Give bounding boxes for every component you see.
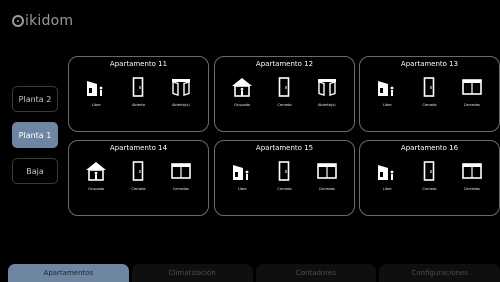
door-icon [279, 161, 290, 181]
door-icon [133, 77, 144, 97]
status-label: Abierta(s) [317, 103, 336, 107]
person-leaving-house-icon [233, 165, 249, 180]
status-label: Libre [382, 187, 392, 191]
tab-configuraciones[interactable]: Configuraciones [379, 264, 500, 282]
apartment-card-14[interactable]: Apartamento 14 Ocupado Cerrada Cerradas [68, 140, 209, 216]
door-icon [279, 77, 290, 97]
status-label: Cerradas [463, 187, 480, 191]
floor-button-baja[interactable]: Baja [12, 158, 58, 184]
bottom-tab-bar: Apartamentos Climatización Contadores Co… [8, 264, 500, 282]
status-label: Ocupado [234, 103, 251, 107]
status-label: Libre [91, 103, 101, 107]
tab-apartamentos[interactable]: Apartamentos [8, 264, 129, 282]
door-icon [424, 77, 435, 97]
door-icon [424, 161, 435, 181]
status-label: Cerrada [422, 187, 437, 191]
floor-button-planta-1[interactable]: Planta 1 [12, 122, 58, 148]
tab-contadores[interactable]: Contadores [255, 264, 377, 282]
logo-mark-icon [12, 15, 24, 27]
open-window-icon [317, 79, 336, 96]
status-label: Cerrada [422, 103, 437, 107]
brand-name: ikidom [25, 13, 74, 29]
open-window-icon [171, 79, 190, 96]
apartment-title: Apartamento 15 [250, 144, 319, 152]
person-leaving-house-icon [87, 81, 103, 96]
window-closed-icon [462, 79, 482, 95]
status-label: Cerrada [277, 103, 292, 107]
apartment-card-11[interactable]: Apartamento 11 Libre Abierta Abierta(s) [68, 56, 209, 132]
status-label: Ocupado [88, 187, 105, 191]
apartment-card-15[interactable]: Apartamento 15 Libre Cerrada Cerradas [214, 140, 355, 216]
floor-button-planta-2[interactable]: Planta 2 [12, 86, 58, 112]
logo: ikidom [12, 12, 73, 30]
status-label: Cerrada [131, 187, 146, 191]
apartment-title: Apartamento 12 [250, 60, 319, 68]
status-label: Cerradas [318, 187, 335, 191]
window-closed-icon [462, 163, 482, 179]
person-leaving-house-icon [378, 81, 394, 96]
tab-climatizacion[interactable]: Climatización [131, 264, 253, 282]
apartment-title: Apartamento 16 [395, 144, 464, 152]
window-closed-icon [171, 163, 191, 179]
apartment-title: Apartamento 14 [104, 144, 173, 152]
door-icon [133, 161, 144, 181]
house-person-icon [86, 162, 107, 181]
status-label: Abierta(s) [171, 103, 190, 107]
apartment-card-13[interactable]: Apartamento 13 Libre Cerrada Cerradas [359, 56, 500, 132]
apartment-title: Apartamento 13 [395, 60, 464, 68]
apartment-title: Apartamento 11 [104, 60, 173, 68]
status-label: Abierta [131, 103, 145, 107]
floor-selector: Planta 2 Planta 1 Baja [12, 86, 60, 194]
status-label: Libre [237, 187, 247, 191]
status-label: Cerradas [172, 187, 189, 191]
person-leaving-house-icon [378, 165, 394, 180]
status-label: Cerradas [463, 103, 480, 107]
status-label: Cerrada [277, 187, 292, 191]
window-closed-icon [317, 163, 337, 179]
apartment-card-12[interactable]: Apartamento 12 Ocupado Cerrada Abierta(s… [214, 56, 355, 132]
apartment-card-16[interactable]: Apartamento 16 Libre Cerrada Cerradas [359, 140, 500, 216]
status-label: Libre [382, 103, 392, 107]
house-person-icon [232, 78, 253, 97]
